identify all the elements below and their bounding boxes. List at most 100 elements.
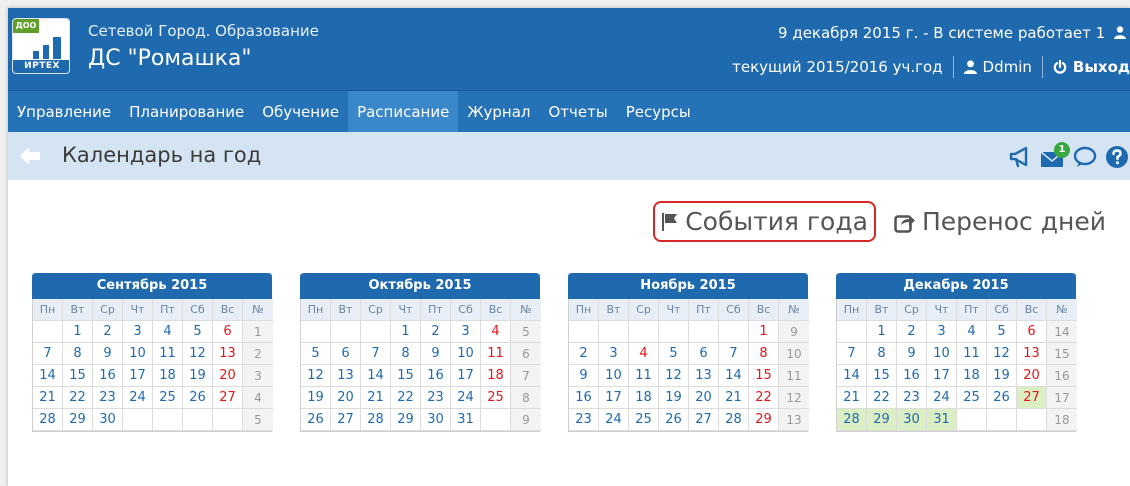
calendar-day[interactable]: 7 [719,343,749,365]
calendar-day[interactable]: 25 [481,387,511,409]
calendar-day[interactable]: 8 [867,343,897,365]
calendar-day[interactable]: 21 [361,387,391,409]
mail-button[interactable]: 1 [1040,142,1070,170]
calendar-day[interactable]: 10 [599,365,629,387]
calendar-day[interactable]: 25 [957,387,987,409]
calendar-day[interactable]: 15 [391,365,421,387]
calendar-day[interactable]: 23 [569,409,599,431]
calendar-day[interactable]: 21 [837,387,867,409]
calendar-day[interactable]: 1 [391,321,421,343]
calendar-day[interactable]: 19 [183,365,213,387]
nav-item-reports[interactable]: Отчеты [539,91,616,133]
nav-item-education[interactable]: Обучение [253,91,348,133]
logout-button[interactable]: Выход [1053,58,1130,76]
calendar-day[interactable]: 3 [123,321,153,343]
calendar-day[interactable]: 18 [957,365,987,387]
calendar-day[interactable]: 15 [749,365,779,387]
app-logo[interactable]: ДОО ИРТЕХ [12,18,70,74]
calendar-day[interactable]: 5 [301,343,331,365]
calendar-day[interactable]: 22 [391,387,421,409]
calendar-day[interactable]: 13 [689,365,719,387]
calendar-day[interactable]: 19 [659,387,689,409]
calendar-day[interactable]: 3 [927,321,957,343]
calendar-day[interactable]: 2 [897,321,927,343]
calendar-day[interactable]: 31 [451,409,481,431]
calendar-day[interactable]: 5 [183,321,213,343]
calendar-day[interactable]: 29 [391,409,421,431]
calendar-day[interactable]: 2 [421,321,451,343]
calendar-day[interactable]: 16 [569,387,599,409]
calendar-day[interactable]: 1 [63,321,93,343]
calendar-day[interactable]: 28 [837,409,867,431]
calendar-day[interactable]: 8 [391,343,421,365]
calendar-day[interactable]: 16 [421,365,451,387]
calendar-day[interactable]: 11 [629,365,659,387]
calendar-day[interactable]: 6 [331,343,361,365]
calendar-day[interactable]: 29 [749,409,779,431]
calendar-day[interactable]: 16 [897,365,927,387]
calendar-day[interactable]: 28 [719,409,749,431]
calendar-day[interactable]: 17 [599,387,629,409]
calendar-day[interactable]: 7 [33,343,63,365]
nav-item-management[interactable]: Управление [8,91,120,133]
calendar-day[interactable]: 24 [123,387,153,409]
user-profile-button[interactable]: Ddmin [963,58,1032,76]
calendar-day[interactable]: 26 [301,409,331,431]
calendar-day[interactable]: 30 [93,409,123,431]
calendar-day[interactable]: 24 [451,387,481,409]
calendar-day[interactable]: 12 [987,343,1017,365]
calendar-day[interactable]: 11 [481,343,511,365]
nav-item-journal[interactable]: Журнал [458,91,539,133]
calendar-day[interactable]: 9 [93,343,123,365]
calendar-day[interactable]: 25 [629,409,659,431]
calendar-day[interactable]: 26 [659,409,689,431]
calendar-day[interactable]: 27 [1017,387,1047,409]
calendar-day[interactable]: 20 [689,387,719,409]
calendar-day[interactable]: 2 [93,321,123,343]
calendar-day[interactable]: 17 [927,365,957,387]
back-arrow-icon[interactable] [18,144,42,168]
calendar-day[interactable]: 12 [659,365,689,387]
calendar-day[interactable]: 12 [183,343,213,365]
calendar-day[interactable]: 18 [153,365,183,387]
calendar-day[interactable]: 20 [331,387,361,409]
nav-item-schedule[interactable]: Расписание [348,91,459,133]
calendar-day[interactable]: 9 [897,343,927,365]
calendar-day[interactable]: 24 [927,387,957,409]
calendar-day[interactable]: 14 [33,365,63,387]
calendar-day[interactable]: 2 [569,343,599,365]
calendar-day[interactable]: 26 [987,387,1017,409]
calendar-day[interactable]: 22 [867,387,897,409]
calendar-day[interactable]: 27 [331,409,361,431]
announcements-button[interactable] [1008,144,1034,170]
calendar-day[interactable]: 15 [867,365,897,387]
calendar-day[interactable]: 6 [689,343,719,365]
calendar-day[interactable]: 14 [837,365,867,387]
chat-button[interactable] [1072,144,1098,170]
calendar-day[interactable]: 6 [213,321,243,343]
calendar-day[interactable]: 31 [927,409,957,431]
calendar-day[interactable]: 17 [123,365,153,387]
calendar-day[interactable]: 26 [183,387,213,409]
calendar-day[interactable]: 18 [481,365,511,387]
calendar-day[interactable]: 14 [361,365,391,387]
calendar-day[interactable]: 4 [629,343,659,365]
calendar-day[interactable]: 6 [1017,321,1047,343]
calendar-day[interactable]: 20 [213,365,243,387]
calendar-day[interactable]: 23 [897,387,927,409]
calendar-day[interactable]: 10 [123,343,153,365]
calendar-day[interactable]: 29 [63,409,93,431]
calendar-day[interactable]: 9 [421,343,451,365]
calendar-day[interactable]: 13 [213,343,243,365]
year-events-button[interactable]: События года [653,201,876,242]
calendar-day[interactable]: 13 [1017,343,1047,365]
calendar-day[interactable]: 24 [599,409,629,431]
calendar-day[interactable]: 22 [749,387,779,409]
calendar-day[interactable]: 4 [481,321,511,343]
calendar-day[interactable]: 5 [659,343,689,365]
calendar-day[interactable]: 12 [301,365,331,387]
calendar-day[interactable]: 16 [93,365,123,387]
calendar-day[interactable]: 30 [897,409,927,431]
calendar-day[interactable]: 23 [93,387,123,409]
calendar-day[interactable]: 14 [719,365,749,387]
